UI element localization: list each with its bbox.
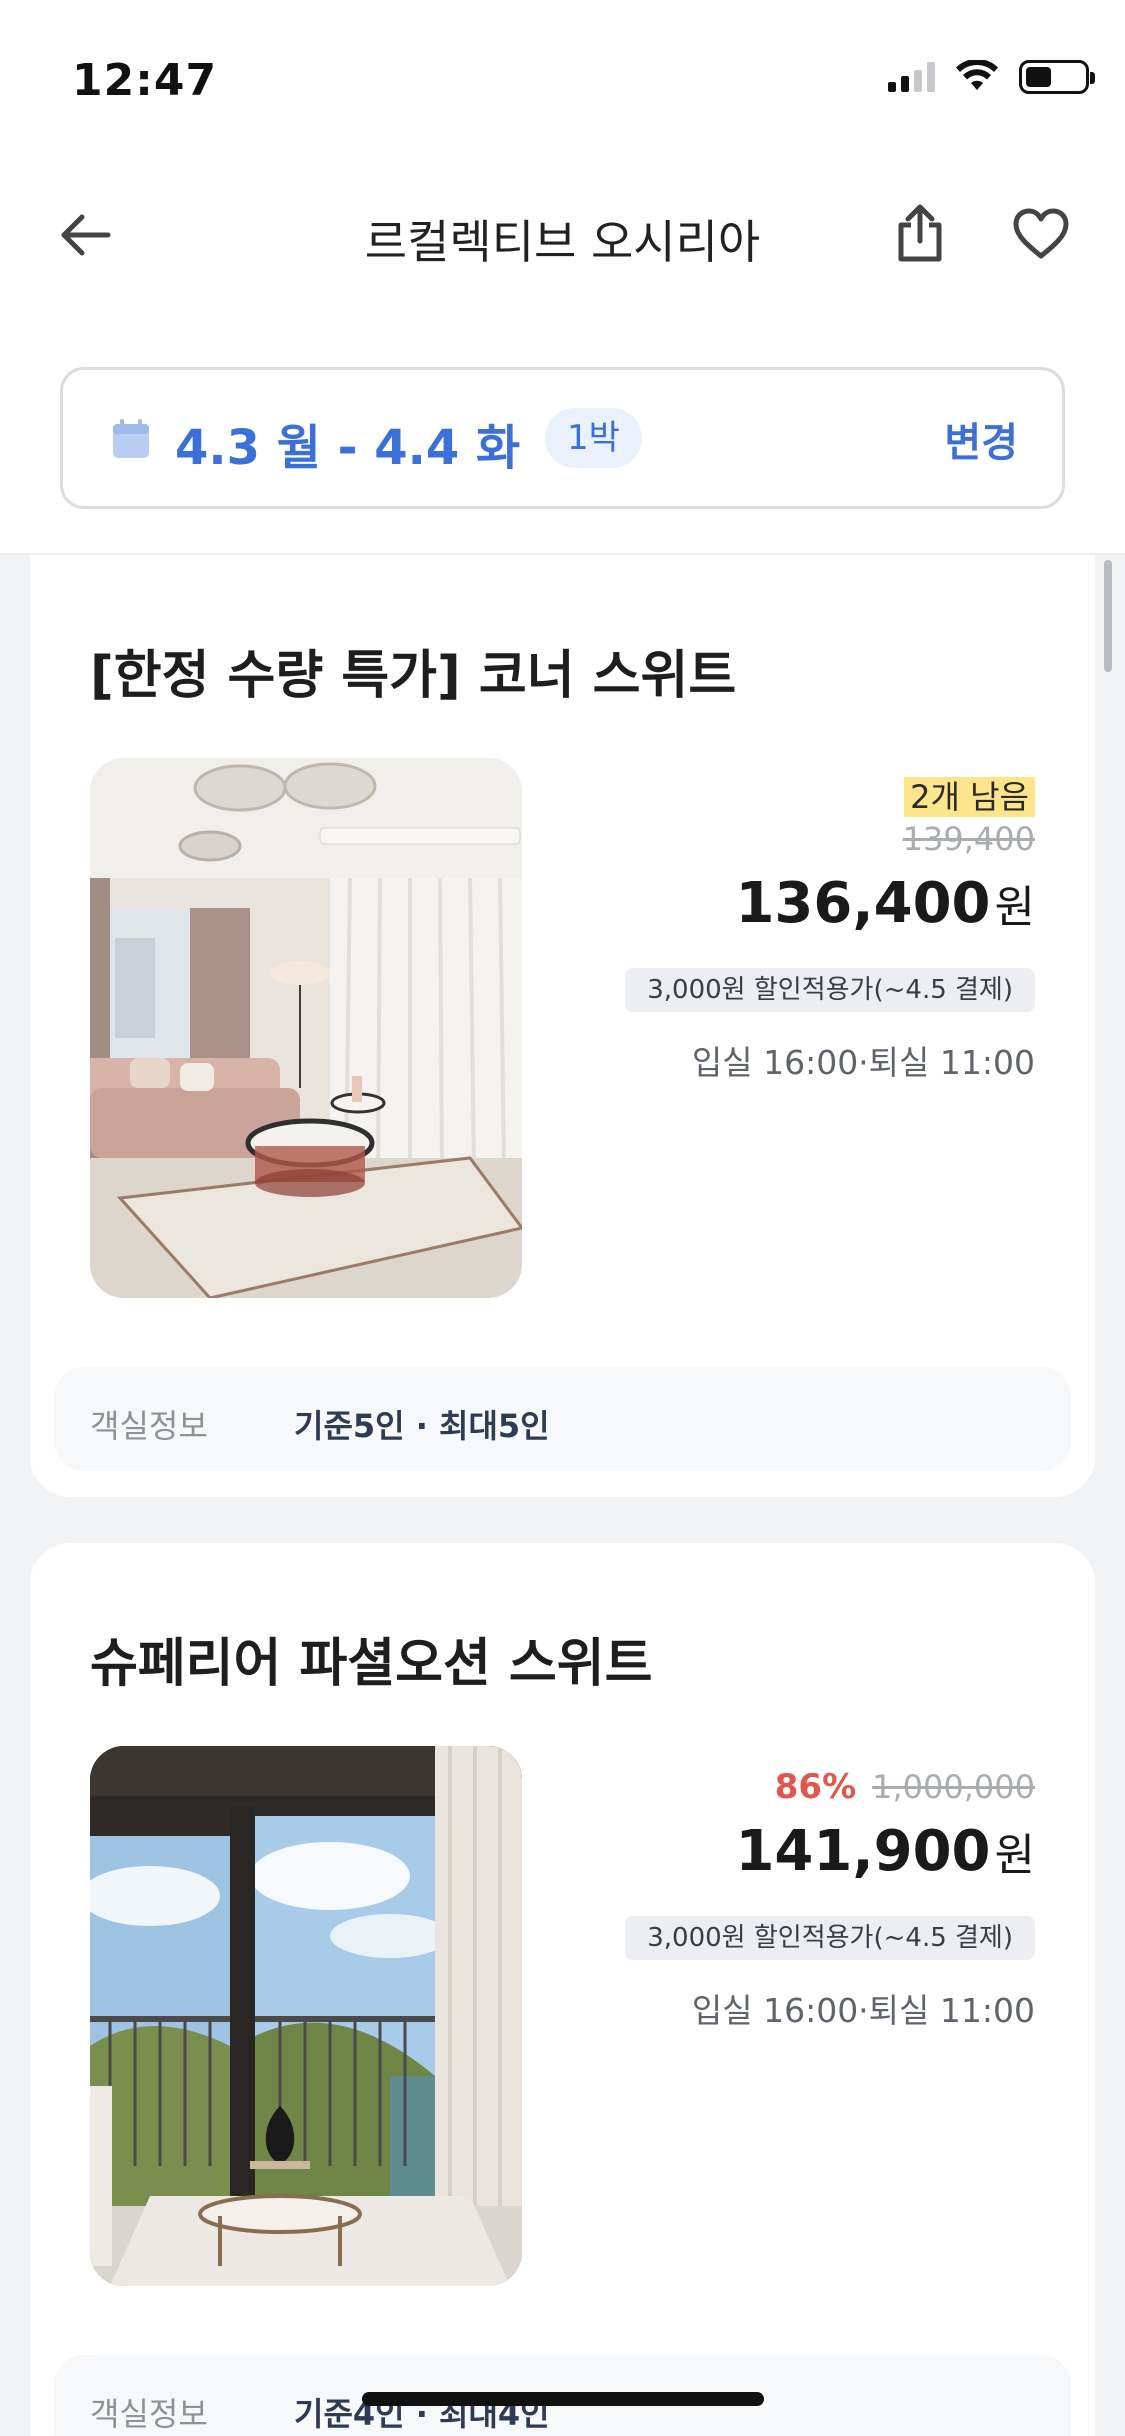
room-photo-ocean-view: [90, 1746, 522, 2286]
share-icon: [898, 204, 942, 262]
status-time: 12:47: [72, 55, 218, 106]
room-photo[interactable]: [90, 1746, 522, 2286]
coupon-badge: 3,000원 할인적용가(~4.5 결제): [625, 968, 1035, 1012]
status-bar: 12:47: [0, 0, 1125, 150]
status-icons: [888, 60, 1095, 94]
original-price: 139,400: [902, 820, 1035, 858]
room-photo[interactable]: [90, 758, 522, 1298]
room-name: 슈페리어 파셜오션 스위트: [90, 1634, 653, 1694]
scrollbar[interactable]: [1104, 560, 1112, 672]
room-info-row[interactable]: 객실정보 기준5인 · 최대5인: [54, 1367, 1071, 1471]
room-name: [한정 수량 특가] 코너 스위트: [90, 646, 737, 706]
wifi-icon: [956, 60, 998, 90]
coupon-badge: 3,000원 할인적용가(~4.5 결제): [625, 1916, 1035, 1960]
room-capacity: 기준5인 · 최대5인: [294, 1407, 550, 1445]
page-title: 르컬렉티브 오시리아: [364, 215, 761, 269]
sale-price: 141,900: [735, 1819, 991, 1884]
nav-bar: 르컬렉티브 오시리아: [0, 180, 1125, 290]
change-date-button[interactable]: 변경: [944, 410, 1018, 468]
room-photo-living-room: [90, 758, 522, 1298]
room-card[interactable]: 슈페리어 파셜오션 스위트 86% 1,000,000 141,900원 3,0…: [30, 1543, 1095, 2436]
calendar-icon: [113, 419, 149, 458]
room-card[interactable]: [한정 수량 특가] 코너 스위트 2개 남음 139,400 136,400원…: [30, 555, 1095, 1497]
date-range: 4.3 월 - 4.4 화: [175, 420, 521, 476]
favorite-button[interactable]: [1005, 198, 1077, 270]
cellular-signal-icon: [888, 62, 935, 92]
share-button[interactable]: [885, 198, 955, 268]
original-price: 1,000,000: [872, 1768, 1035, 1806]
checkin-checkout-times: 입실 16:00·퇴실 11:00: [691, 1043, 1035, 1082]
date-selector[interactable]: 4.3 월 - 4.4 화 1박 변경: [60, 367, 1065, 509]
battery-level-fill: [1026, 67, 1052, 87]
room-info-label: 객실정보: [90, 1407, 208, 1445]
room-info-label: 객실정보: [90, 2395, 208, 2433]
currency-label: 원: [994, 882, 1035, 933]
remaining-badge: 2개 남음: [904, 777, 1035, 817]
header-area: 12:47 르컬렉티브 오시리아 4.3 월 - 4.4 화 1박 변경: [0, 0, 1125, 555]
sale-price: 136,400: [735, 871, 991, 936]
home-indicator[interactable]: [362, 2392, 764, 2406]
checkin-checkout-times: 입실 16:00·퇴실 11:00: [691, 1991, 1035, 2030]
battery-icon: [1019, 60, 1095, 94]
price-line: 136,400원: [575, 867, 1035, 954]
price-section: 2개 남음 139,400 136,400원 3,000원 할인적용가(~4.5…: [575, 777, 1035, 1084]
currency-label: 원: [994, 1830, 1035, 1881]
discount-rate: 86%: [774, 1767, 857, 1807]
heart-icon: [1013, 208, 1069, 259]
price-section: 86% 1,000,000 141,900원 3,000원 할인적용가(~4.5 …: [575, 1765, 1035, 2032]
price-line: 141,900원: [575, 1815, 1035, 1902]
nights-badge: 1박: [545, 408, 642, 468]
